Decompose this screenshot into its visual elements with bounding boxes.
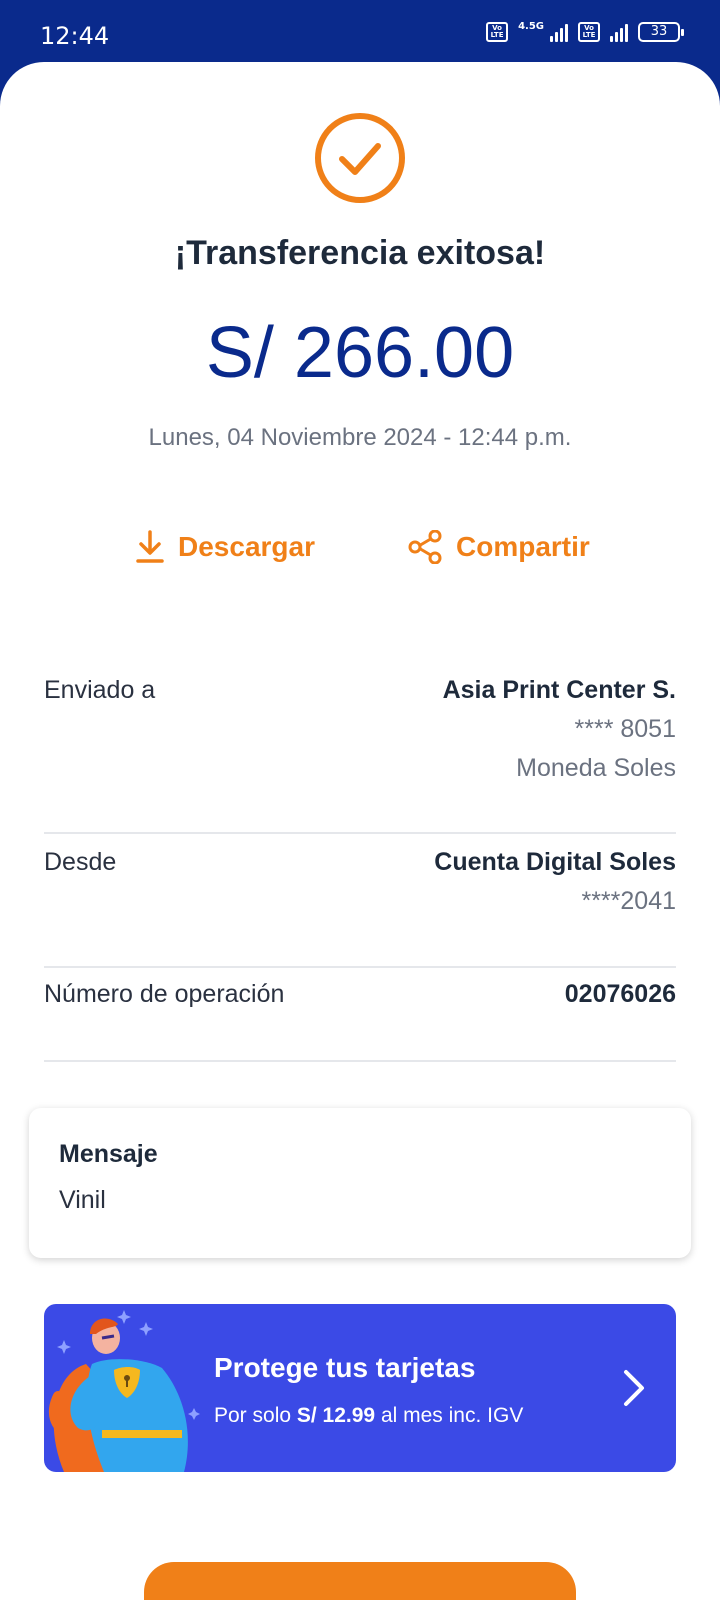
sent-to-values: Asia Print Center S. **** 8051 Moneda So… <box>443 676 676 783</box>
download-icon <box>136 530 164 563</box>
sent-to-label: Enviado a <box>44 676 156 704</box>
operation-label: Número de operación <box>44 980 285 1008</box>
promo-subtitle: Por solo S/ 12.99 al mes inc. IGV <box>214 1404 523 1428</box>
operation-values: 02076026 <box>565 980 676 1009</box>
promo-price: S/ 12.99 <box>296 1404 376 1427</box>
from-name: Cuenta Digital Soles <box>434 848 676 876</box>
page-title: ¡Transferencia exitosa! <box>174 234 546 272</box>
operation-number: 02076026 <box>564 980 676 1008</box>
network-type: 4.5G <box>518 20 544 32</box>
volte-icon: Vo LTE <box>486 22 509 42</box>
divider <box>44 1060 676 1062</box>
superhero-illustration <box>48 1310 200 1472</box>
status-icons: Vo LTE 4.5G Vo LTE 33 <box>486 20 684 42</box>
status-time: 12:44 <box>40 22 110 50</box>
transfer-datetime: Lunes, 04 Noviembre 2024 - 12:44 p.m. <box>148 424 572 451</box>
message-text: Vinil <box>59 1186 106 1214</box>
chevron-right-icon <box>624 1370 644 1406</box>
from-values: Cuenta Digital Soles ****2041 <box>434 848 676 916</box>
promo-sub-prefix: Por solo <box>214 1404 297 1427</box>
sent-to-currency: Moneda Soles <box>516 754 676 782</box>
message-card: Mensaje Vinil <box>29 1108 691 1258</box>
sent-to-name: Asia Print Center S. <box>442 676 676 704</box>
detail-row-sent-to: Enviado a Asia Print Center S. **** 8051… <box>44 676 676 796</box>
promo-sub-suffix: al mes inc. IGV <box>375 1404 524 1427</box>
signal-icon <box>550 22 568 42</box>
battery-icon: 33 <box>638 22 684 42</box>
download-label: Descargar <box>178 531 315 562</box>
promo-banner[interactable]: Protege tus tarjetas Por solo S/ 12.99 a… <box>44 1304 676 1472</box>
check-circle-icon <box>315 113 405 203</box>
sent-to-account: **** 8051 <box>574 715 676 743</box>
divider <box>44 832 676 834</box>
detail-row-operation: Número de operación 02076026 <box>44 980 676 1020</box>
volte-icon-2: Vo LTE <box>578 22 600 42</box>
share-label: Compartir <box>456 531 590 562</box>
signal-icon-2 <box>610 22 628 42</box>
divider <box>44 966 676 968</box>
from-account: ****2041 <box>581 887 676 915</box>
share-icon <box>408 530 442 564</box>
message-title: Mensaje <box>59 1140 158 1168</box>
transfer-amount: S/ 266.00 <box>205 313 515 393</box>
download-button[interactable]: Descargar <box>136 530 315 564</box>
detail-row-from: Desde Cuenta Digital Soles ****2041 <box>44 848 676 928</box>
receipt-sheet: ¡Transferencia exitosa! S/ 266.00 Lunes,… <box>0 62 720 1600</box>
bottom-action-button[interactable] <box>144 1562 576 1600</box>
share-button[interactable]: Compartir <box>408 530 590 564</box>
from-label: Desde <box>44 848 117 876</box>
promo-title: Protege tus tarjetas <box>214 1352 476 1383</box>
